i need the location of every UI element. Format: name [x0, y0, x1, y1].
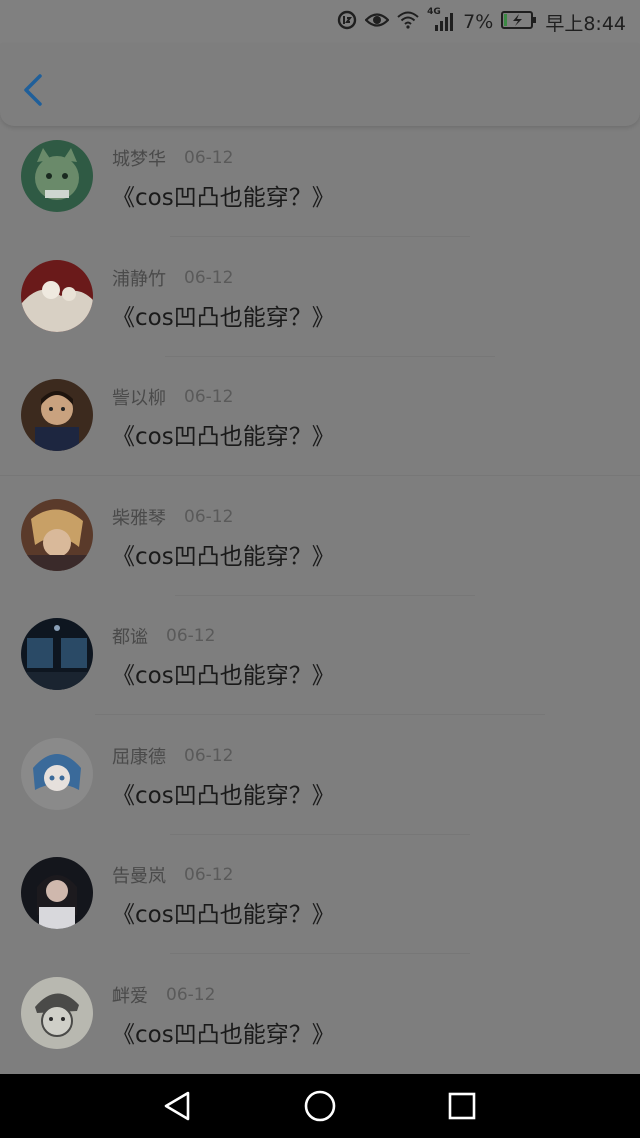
- list-item[interactable]: 都谧 06-12 《cos凹凸也能穿？》: [0, 604, 640, 724]
- username[interactable]: 屈康德: [112, 743, 166, 769]
- top-header: [0, 44, 640, 126]
- username[interactable]: 告曼岚: [112, 862, 166, 888]
- divider: [165, 355, 495, 357]
- item-meta: 訾以柳 06-12: [112, 385, 233, 409]
- eye-icon: [364, 11, 390, 34]
- list-item[interactable]: 衅爱 06-12 《cos凹凸也能穿？》: [0, 963, 640, 1083]
- username[interactable]: 城梦华: [112, 145, 166, 171]
- divider: [170, 236, 470, 237]
- avatar-anime-blue-hair-icon[interactable]: [21, 737, 93, 810]
- nav-recents-button[interactable]: [444, 1088, 480, 1124]
- circle-home-icon: [304, 1090, 336, 1122]
- username[interactable]: 柴雅琴: [112, 504, 166, 530]
- date: 06-12: [184, 267, 234, 288]
- item-meta: 浦静竹 06-12: [112, 266, 233, 290]
- battery-charging-icon: [501, 10, 537, 34]
- item-meta: 屈康德 06-12: [112, 744, 233, 768]
- date: 06-12: [184, 865, 234, 885]
- item-title[interactable]: 《cos凹凸也能穿？》: [112, 776, 335, 810]
- status-right: 4G 7% 早上8:44: [337, 7, 626, 36]
- nav-home-button[interactable]: [302, 1088, 338, 1124]
- avatar-girl-icon[interactable]: [21, 857, 93, 929]
- list-item[interactable]: 屈康德 06-12 《cos凹凸也能穿？》: [0, 724, 640, 844]
- divider: [95, 714, 545, 715]
- date: 06-12: [184, 148, 234, 168]
- item-meta: 柴雅琴 06-12: [112, 505, 233, 529]
- list-item[interactable]: 告曼岚 06-12 《cos凹凸也能穿？》: [0, 843, 640, 963]
- item-title[interactable]: 《cos凹凸也能穿？》: [112, 895, 335, 929]
- system-nav-bar: [0, 1074, 640, 1138]
- avatar-night-scene-icon[interactable]: [21, 618, 93, 690]
- date: 06-12: [166, 626, 216, 646]
- item-title[interactable]: 《cos凹凸也能穿？》: [112, 178, 335, 212]
- list-item[interactable]: 浦静竹 06-12 《cos凹凸也能穿？》: [0, 246, 640, 366]
- status-bar: 4G 7% 早上8:44: [0, 0, 640, 44]
- list-item[interactable]: 訾以柳 06-12 《cos凹凸也能穿？》: [0, 365, 640, 485]
- divider: [170, 833, 470, 835]
- username[interactable]: 衅爱: [112, 982, 148, 1008]
- divider: [175, 594, 475, 596]
- triangle-back-icon: [164, 1091, 190, 1121]
- list-item[interactable]: 城梦华 06-12 《cos凹凸也能穿？》: [0, 126, 640, 246]
- list-item[interactable]: 柴雅琴 06-12 《cos凹凸也能穿？》: [0, 485, 640, 605]
- item-meta: 衅爱 06-12: [112, 983, 215, 1007]
- battery-percent: 7%: [463, 11, 494, 33]
- date: 06-12: [184, 506, 234, 527]
- item-title[interactable]: 《cos凹凸也能穿？》: [112, 537, 335, 571]
- username[interactable]: 浦静竹: [112, 265, 166, 291]
- wifi-icon: [397, 11, 419, 34]
- avatar-cat-icon[interactable]: [21, 140, 93, 212]
- square-recents-icon: [448, 1092, 476, 1120]
- data-saver-icon: [337, 10, 357, 35]
- date: 06-12: [184, 745, 234, 766]
- avatar-anime-blonde-icon[interactable]: [21, 498, 93, 571]
- divider: [0, 475, 640, 476]
- clock: 早上8:44: [545, 12, 626, 35]
- username[interactable]: 訾以柳: [112, 384, 166, 410]
- item-title[interactable]: 《cos凹凸也能穿？》: [112, 298, 335, 332]
- item-title[interactable]: 《cos凹凸也能穿？》: [112, 656, 335, 690]
- date: 06-12: [184, 387, 234, 407]
- avatar-cake-icon[interactable]: [21, 259, 93, 332]
- back-button[interactable]: [18, 72, 50, 108]
- signal-icon: 4G: [427, 7, 455, 33]
- date: 06-12: [166, 984, 216, 1005]
- item-title[interactable]: 《cos凹凸也能穿？》: [112, 1015, 335, 1049]
- avatar-sketch-icon[interactable]: [21, 976, 93, 1049]
- username[interactable]: 都谧: [112, 623, 148, 649]
- chevron-left-icon: [24, 74, 42, 106]
- item-title[interactable]: 《cos凹凸也能穿？》: [112, 417, 335, 451]
- nav-back-button[interactable]: [160, 1088, 196, 1124]
- message-list: 城梦华 06-12 《cos凹凸也能穿？》 浦静竹 06-12 《cos凹凸也能…: [0, 126, 640, 1082]
- avatar-boy-icon[interactable]: [21, 379, 93, 451]
- divider: [170, 953, 470, 954]
- item-meta: 告曼岚 06-12: [112, 863, 233, 887]
- item-meta: 都谧 06-12: [112, 624, 215, 648]
- item-meta: 城梦华 06-12: [112, 146, 233, 170]
